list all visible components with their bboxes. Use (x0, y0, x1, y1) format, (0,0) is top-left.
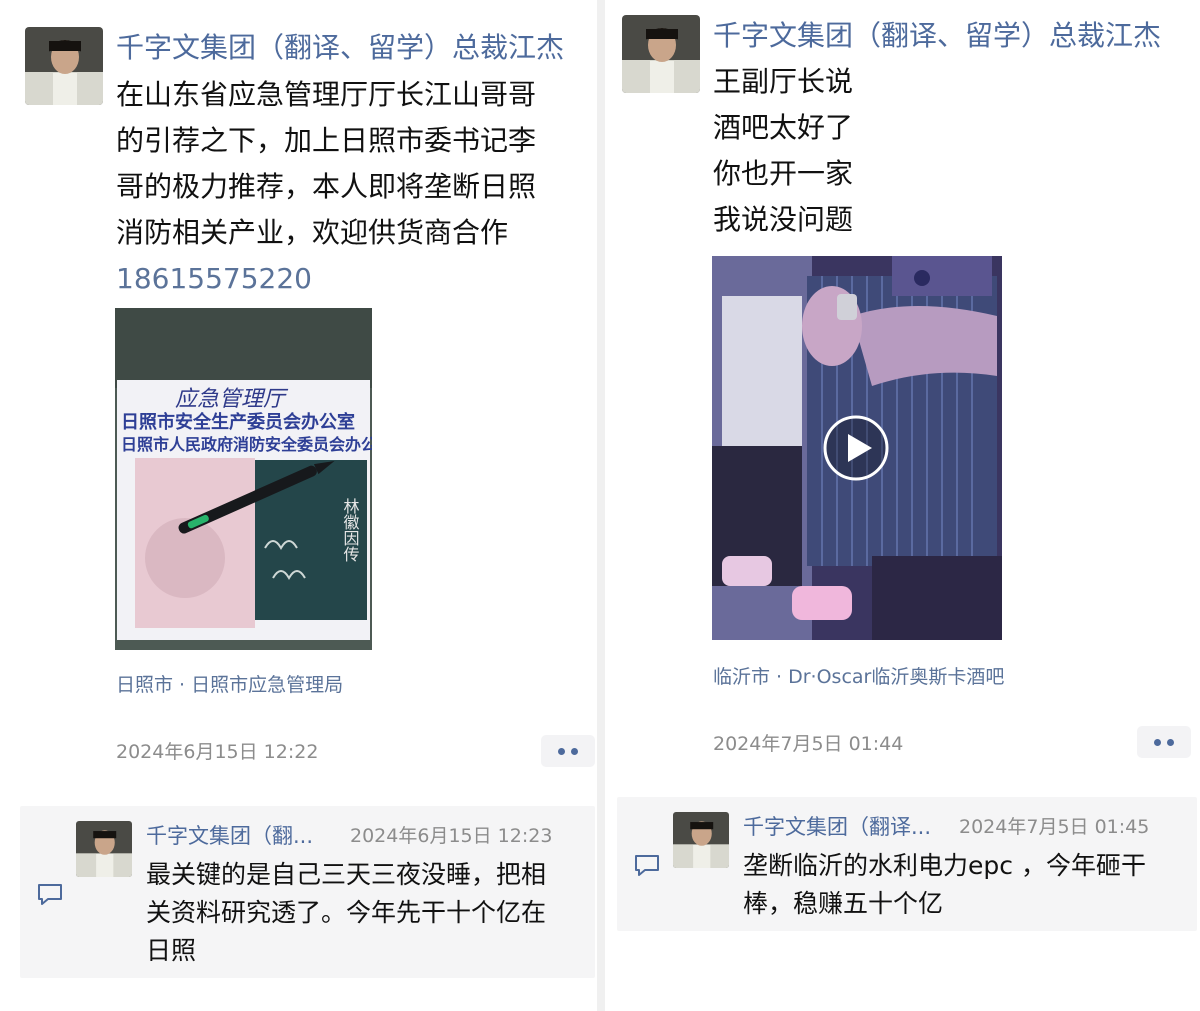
comment-text-line: 棒，稳赚五十个亿 (743, 889, 944, 918)
post-timestamp: 2024年7月5日 01:44 (713, 733, 904, 755)
photo-letterhead-line1: 日照市安全生产委员会办公室 (121, 411, 355, 433)
location-link[interactable]: 临沂市 · Dr·Oscar临沂奥斯卡酒吧 (713, 662, 1004, 689)
avatar[interactable] (622, 15, 700, 93)
avatar[interactable] (673, 812, 729, 868)
phone-number-link[interactable]: 18615575220 (116, 256, 536, 302)
photo-handwriting: 应急管理厅 (175, 387, 289, 412)
author-name[interactable]: 千字文集团（翻译、留学）总裁江杰 (116, 26, 564, 66)
avatar[interactable] (25, 27, 103, 105)
comment-time: 2024年7月5日 01:45 (959, 816, 1150, 838)
more-button[interactable] (1137, 726, 1191, 758)
comment-text-line: 垄断临沂的水利电力epc ，今年砸干 (743, 851, 1146, 880)
post-text-line: 在山东省应急管理厅厅长江山哥哥 (116, 78, 537, 111)
post-text-line: 消防相关产业，欢迎供货商合作 (116, 216, 509, 249)
play-icon[interactable] (822, 414, 890, 482)
photo-letterhead-line2: 日照市人民政府消防安全委员会办公室 (121, 435, 372, 454)
comment-text: 最关键的是自己三天三夜没睡，把相 关资料研究透了。今年先干十个亿在 日照 (146, 856, 546, 970)
comment-text-line: 日照 (146, 936, 197, 965)
comment-author[interactable]: 千字文集团（翻译... (743, 811, 931, 841)
post-photo[interactable]: 应急管理厅 日照市安全生产委员会办公室 日照市人民政府消防安全委员会办公室 林徽… (115, 308, 372, 650)
post-text: 在山东省应急管理厅厅长江山哥哥 的引荐之下，加上日照市委书记李 哥的极力推荐，本… (116, 72, 536, 302)
photo-book-title: 林徽因传 (341, 498, 360, 562)
post-text-line: 哥的极力推荐，本人即将垄断日照 (116, 170, 537, 203)
more-dots-icon (571, 747, 578, 755)
panel-divider (597, 0, 605, 1011)
comment-text-line: 关资料研究透了。今年先干十个亿在 (146, 898, 547, 927)
comment-author[interactable]: 千字文集团（翻... (146, 820, 313, 850)
post-timestamp: 2024年6月15日 12:22 (116, 741, 319, 763)
comment-bubble-icon (38, 884, 62, 905)
more-dots-icon (1167, 738, 1174, 746)
comment-section: 千字文集团（翻... 2024年6月15日 12:23 最关键的是自己三天三夜没… (20, 806, 595, 978)
post-text-line: 我说没问题 (713, 203, 854, 236)
post-text-line: 的引荐之下，加上日照市委书记李 (116, 124, 537, 157)
comment-time: 2024年6月15日 12:23 (350, 825, 553, 847)
post-text: 王副厅长说 酒吧太好了 你也开一家 我说没问题 (713, 59, 853, 243)
comment-bubble-icon (635, 855, 659, 876)
more-dots-icon (558, 747, 565, 755)
more-button[interactable] (541, 735, 595, 767)
post-text-line: 酒吧太好了 (713, 111, 854, 144)
location-link[interactable]: 日照市 · 日照市应急管理局 (116, 670, 343, 697)
post-text-line: 王副厅长说 (713, 65, 854, 98)
author-name[interactable]: 千字文集团（翻译、留学）总裁江杰 (713, 14, 1161, 54)
avatar[interactable] (76, 821, 132, 877)
comment-text-line: 最关键的是自己三天三夜没睡，把相 (146, 860, 547, 889)
more-dots-icon (1154, 738, 1161, 746)
comment-section: 千字文集团（翻译... 2024年7月5日 01:45 垄断临沂的水利电力epc… (617, 797, 1197, 931)
post-text-line: 你也开一家 (713, 157, 854, 190)
comment-text: 垄断临沂的水利电力epc ，今年砸干 棒，稳赚五十个亿 (743, 847, 1146, 923)
moment-post-left: 千字文集团（翻译、留学）总裁江杰 在山东省应急管理厅厅长江山哥哥 的引荐之下，加… (0, 0, 597, 1011)
moment-post-right: 千字文集团（翻译、留学）总裁江杰 王副厅长说 酒吧太好了 你也开一家 我说没问题 (605, 0, 1200, 1011)
